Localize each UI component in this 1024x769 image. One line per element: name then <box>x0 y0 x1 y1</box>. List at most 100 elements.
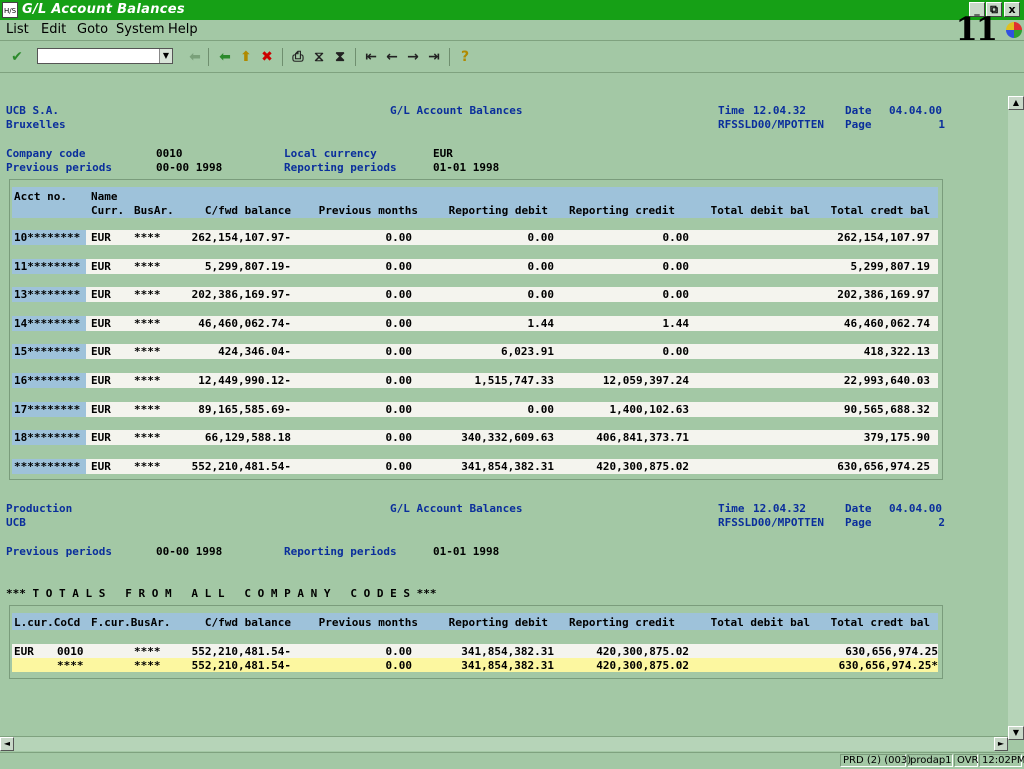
reporting-debit-cell: 341,854,382.31 <box>461 645 554 658</box>
reporting-credit-cell: 0.00 <box>662 345 690 359</box>
status-time: 12:02PM <box>979 754 1024 767</box>
busar-cell: **** <box>134 259 161 273</box>
previous-months-cell: 0.00 <box>385 288 413 302</box>
menu-system[interactable]: System <box>116 22 164 37</box>
currency-cell: EUR <box>91 259 111 273</box>
enter-check-icon[interactable]: ✔ <box>8 48 26 66</box>
menu-help[interactable]: Help <box>168 22 198 37</box>
exit-up-icon[interactable]: ⬆ <box>237 48 255 66</box>
reporting-periods-label-2: Reporting periods <box>284 545 397 558</box>
busar-cell: **** <box>134 288 161 302</box>
col-lcur-cocd: L.cur.CoCd <box>14 616 81 629</box>
company-code-value: 0010 <box>156 147 183 160</box>
cancel-x-icon[interactable]: ✖ <box>258 48 276 66</box>
busar-cell: **** <box>134 345 161 359</box>
find-icon[interactable]: ⧖ <box>310 48 328 66</box>
col-total-credt-bal: Total credt bal <box>830 204 930 217</box>
reporting-debit-cell: 341,854,382.31 <box>461 459 554 473</box>
busar-cell: **** <box>134 402 161 416</box>
sap-logo-icon[interactable] <box>1006 22 1022 38</box>
acct-no-cell[interactable]: 13******** <box>14 288 90 301</box>
reporting-credit-cell: 12,059,397.24 <box>602 374 689 387</box>
reporting-credit-cell: 0.00 <box>662 288 690 302</box>
help-icon[interactable]: ? <box>456 48 474 66</box>
cfwd-balance-cell: 5,299,807.19- <box>204 259 291 273</box>
previous-months-cell: 0.00 <box>385 431 413 445</box>
menu-bar: List Edit Goto System Help <box>0 20 1024 41</box>
scroll-down-icon[interactable]: ▼ <box>1008 726 1024 740</box>
col-reporting-credit: Reporting credit <box>569 204 675 217</box>
cfwd-balance-cell: 262,154,107.97- <box>191 231 291 244</box>
busar-cell: **** <box>134 431 161 445</box>
acct-no-cell[interactable]: 14******** <box>14 317 90 330</box>
reporting-periods-value-2: 01-01 1998 <box>433 545 500 558</box>
col2-previous-months: Previous months <box>318 616 418 629</box>
reporting-periods-label: Reporting periods <box>284 161 397 174</box>
acct-no-cell[interactable]: 18******** <box>14 431 90 444</box>
next-page-icon[interactable]: → <box>404 48 422 66</box>
back-arrow-icon[interactable]: ⬅ <box>216 48 234 66</box>
report-area: UCB S.A. Bruxelles G/L Account Balances … <box>0 73 1008 736</box>
currency-cell: EUR <box>91 345 111 359</box>
cocd-cell: 0010 <box>57 645 84 658</box>
company-name-2: Production <box>6 502 73 515</box>
col-reporting-debit: Reporting debit <box>448 204 548 217</box>
total-credit-cell: 262,154,107.97 <box>837 231 930 244</box>
scroll-left-icon[interactable]: ◄ <box>0 737 14 751</box>
time-label-2: Time <box>718 502 745 515</box>
col-cfwd-balance: C/fwd balance <box>204 204 291 217</box>
program-name-2: RFSSLD00/MPOTTEN <box>718 516 824 529</box>
total-credit-cell: 630,656,974.25 <box>845 645 938 658</box>
acct-no-cell[interactable]: 11******** <box>14 260 90 273</box>
print-icon[interactable]: ⎙ <box>289 48 307 66</box>
vertical-scrollbar[interactable]: ▲ ▼ <box>1008 96 1024 740</box>
col-busar: BusAr. <box>134 204 174 217</box>
currency-cell: EUR <box>91 402 111 416</box>
acct-no-cell[interactable]: 17******** <box>14 403 90 416</box>
horizontal-scrollbar[interactable]: ◄ ► <box>0 736 1008 751</box>
time-value: 12.04.32 <box>753 104 806 117</box>
company-name: UCB S.A. <box>6 104 59 117</box>
acct-no-cell[interactable]: 15******** <box>14 345 90 358</box>
scroll-right-icon[interactable]: ► <box>994 737 1008 751</box>
reporting-credit-cell: 420,300,875.02 <box>596 645 689 658</box>
toolbar-separator <box>449 48 450 66</box>
cfwd-balance-cell: 46,460,062.74- <box>198 316 291 330</box>
find-next-icon[interactable]: ⧗ <box>331 48 349 66</box>
total-credit-cell: 418,322.13 <box>863 345 930 359</box>
acct-no-cell[interactable]: 16******** <box>14 374 90 387</box>
company-city-2: UCB <box>6 516 26 529</box>
reporting-debit-cell: 340,332,609.63 <box>461 431 554 445</box>
acct-no-cell[interactable]: ********** <box>14 460 90 473</box>
col2-cfwd-balance: C/fwd balance <box>204 616 291 629</box>
acct-no-cell[interactable]: 10******** <box>14 231 90 244</box>
last-page-icon[interactable]: ⇥ <box>425 48 443 66</box>
status-mode: OVR <box>954 754 978 767</box>
currency-cell: EUR <box>91 374 111 387</box>
first-page-icon[interactable]: ⇤ <box>362 48 380 66</box>
page-label-2: Page <box>845 516 872 529</box>
previous-page-icon[interactable]: ← <box>383 48 401 66</box>
company-city: Bruxelles <box>6 118 66 131</box>
cfwd-balance-cell: 89,165,585.69- <box>198 402 291 416</box>
cfwd-balance-cell: 202,386,169.97- <box>191 288 291 302</box>
toolbar-separator <box>208 48 209 66</box>
menu-list[interactable]: List <box>6 22 29 37</box>
command-dropdown-icon[interactable]: ▼ <box>159 49 172 63</box>
time-value-2: 12.04.32 <box>753 502 806 515</box>
menu-goto[interactable]: Goto <box>77 22 108 37</box>
app-icon[interactable]: H/S <box>2 2 18 18</box>
reporting-debit-cell: 0.00 <box>527 288 555 302</box>
menu-edit[interactable]: Edit <box>41 22 66 37</box>
close-button[interactable]: x <box>1004 2 1020 17</box>
currency-cell: EUR <box>91 288 111 302</box>
total-credit-cell: 90,565,688.32 <box>843 402 930 416</box>
report-title-2: G/L Account Balances <box>390 502 523 515</box>
command-field[interactable] <box>37 48 173 64</box>
col-curr: Curr. <box>91 204 125 217</box>
total-credit-cell: 46,460,062.74 <box>843 316 930 330</box>
reporting-credit-cell: 406,841,373.71 <box>596 431 689 445</box>
total-credit-cell: 202,386,169.97 <box>837 288 930 302</box>
standard-toolbar: ✔ ▼ ⬅ ⬅ ⬆ ✖ ⎙ ⧖ ⧗ ⇤ ← → ⇥ ? <box>0 41 1024 73</box>
scroll-up-icon[interactable]: ▲ <box>1008 96 1024 110</box>
